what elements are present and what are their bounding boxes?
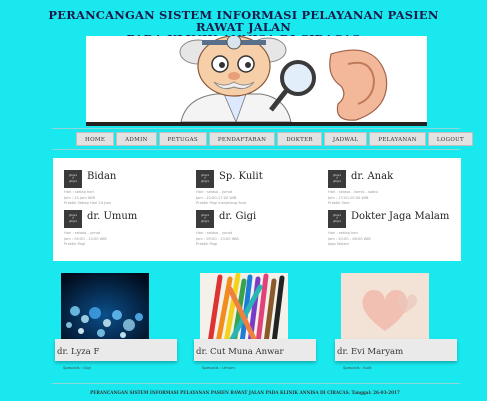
schedule-practice: Praktik Pagi [196, 242, 217, 247]
schedule-name: Bidan [87, 171, 117, 182]
doctor-name: dr. Evi Maryam [337, 347, 404, 357]
doctor-card[interactable]: dr. Cut Muna Anwar Spesialis : Umum [194, 273, 316, 375]
doctor-icon: gitigra Vgitigra [64, 170, 82, 188]
doctor-card[interactable]: dr. Evi Maryam Spesialis : Kulit [335, 273, 457, 375]
schedule-info: Hari : selasa - jumat Jam : 09:00 - 13:0… [64, 231, 107, 248]
card-caption: dr. Evi Maryam [335, 339, 457, 361]
bokeh-lights-image [61, 273, 149, 343]
doctor-icon: gitigra Vgitigra [328, 170, 346, 188]
schedule-name: Sp. Kulit [219, 171, 263, 182]
schedule-info: Hari : selasa - jumat Jam : 10:00-17:00 … [196, 190, 246, 207]
nav-jadwal[interactable]: JADWAL [323, 132, 368, 146]
nav-dokter[interactable]: DOKTER [277, 132, 322, 146]
schedule-name: dr. Umum [87, 211, 138, 222]
schedule-practice: Praktik Pagi menjelang Sore [196, 201, 247, 206]
doctor-icon: gitigra Vgitigra [328, 210, 346, 228]
nav-petugas[interactable]: PETUGAS [158, 132, 207, 146]
nav-divider-top [52, 128, 460, 129]
card-caption: dr. Cut Muna Anwar [194, 339, 316, 361]
nav-home[interactable]: HOME [76, 132, 115, 146]
schedule-practice: Praktik Pagi [64, 242, 85, 247]
footer-divider [52, 383, 460, 384]
card-caption: dr. Lyza F [55, 339, 177, 361]
schedule-info: Hari : selasa - kamis - sabtu Jam : 17:0… [328, 190, 378, 207]
schedule-practice: Praktik Setiap Hari 24 Jam [64, 201, 112, 206]
nav-logout[interactable]: LOGOUT [427, 132, 474, 146]
schedule-name: Dokter Jaga Malam [351, 211, 450, 222]
schedule-info: Hari : setiap hari Jam : 24 Jam WIB Prak… [64, 190, 111, 207]
doctor-specialty: Spesialis : Umum [202, 365, 235, 370]
schedule-panel: gitigra Vgitigra Bidan gitigra Vgitigra Sp… [53, 158, 461, 261]
footer-text: PERANCANGAN SISTEM INFORMASI PELAYANAN P… [90, 390, 400, 395]
doctor-icon: gitigra Vgitigra [196, 210, 214, 228]
doctor-name: dr. Lyza F [57, 347, 100, 357]
nav-pelayanan[interactable]: PELAYANAN [369, 132, 426, 146]
doctor-name: dr. Cut Muna Anwar [196, 347, 284, 357]
colored-pencils-image [200, 273, 288, 343]
schedule-name: dr. Gigi [219, 211, 257, 222]
schedule-name: dr. Anak [351, 171, 394, 182]
doctor-specialty: Spesialis : Kulit [343, 365, 372, 370]
title-line-1: PERANCANGAN SISTEM INFORMASI PELAYANAN P… [48, 8, 439, 34]
schedule-info: Hari : selasa - jumat Jam : 09:00 - 13:0… [196, 231, 239, 248]
nav-pendaftaran[interactable]: PENDAFTARAN [208, 132, 276, 146]
doctor-icon: gitigra Vgitigra [64, 210, 82, 228]
doctor-cartoon-banner [86, 36, 427, 126]
nav-divider-bottom [52, 149, 460, 150]
doctor-icon: gitigra Vgitigra [196, 170, 214, 188]
main-navigation: HOME ADMIN PETUGAS PENDAFTARAN DOKTER JA… [76, 132, 474, 146]
nav-admin[interactable]: ADMIN [116, 132, 157, 146]
schedule-info: Hari : setiap hari Jam : 20:00 - 08:00 W… [328, 231, 371, 248]
doctor-cartoon-illustration [86, 36, 427, 122]
schedule-practice: Jaga Malam [328, 242, 349, 247]
hearts-image [341, 273, 429, 343]
schedule-day: Hari : selasa - kamis - sabtu [328, 190, 379, 194]
schedule-practice: Praktik Sore [328, 201, 350, 206]
doctor-card[interactable]: dr. Lyza F Spesialis : Gigi [55, 273, 177, 375]
doctor-specialty: Spesialis : Gigi [63, 365, 91, 370]
